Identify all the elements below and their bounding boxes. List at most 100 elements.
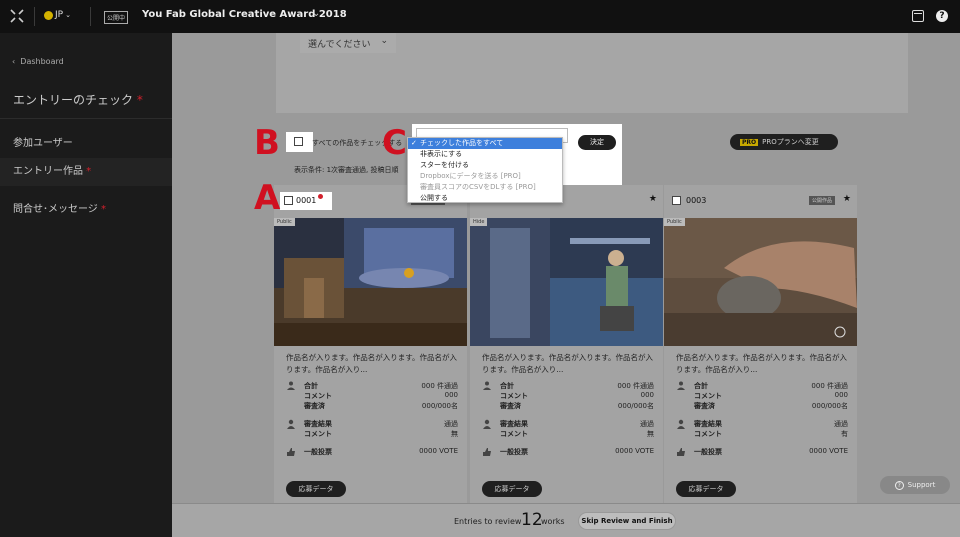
entry-card: 0003 公開作品 ★ Public 作品名が入ります。作品名が入ります。作品名… [664, 185, 857, 503]
dropdown-option-hide[interactable]: 非表示にする [408, 149, 562, 160]
dropdown-option-csv: 審査員スコアのCSVをDLする [PRO] [408, 182, 562, 193]
entry-description: 作品名が入ります。作品名が入ります。作品名が入ります。作品名が入り... [286, 353, 457, 374]
entry-id: 0001 [296, 196, 317, 205]
entry-data-button[interactable]: 応募データ [286, 481, 346, 497]
stat-value: 000/000名 [421, 402, 458, 410]
chevron-down-icon: ⌄ [380, 36, 388, 46]
annotation-c: C [382, 123, 407, 163]
main-content: 選んでください ⌄ すべての作品をチェックする 決定 表示条件: 1次審査通過,… [172, 33, 960, 503]
card-header: 0003 公開作品 ★ [664, 185, 857, 218]
stat-label: 合計 [694, 382, 708, 390]
status-badge: 公開中 [104, 11, 129, 24]
team-icon [676, 381, 686, 391]
stat-label: コメント [500, 430, 528, 438]
alert-dot: * [83, 166, 92, 177]
stat-value: 通過 [640, 420, 654, 428]
new-dot [318, 194, 323, 199]
sidebar: ‹ Dashboard エントリーのチェック * 参加ユーザー エントリー作品 … [0, 33, 172, 537]
action-dropdown-menu: ✓ チェックした作品をすべて 非表示にする スターを付ける Dropboxにデータ… [407, 137, 563, 203]
entry-image[interactable]: Public [664, 218, 857, 346]
stat-value: 000/000名 [617, 402, 654, 410]
stat-value: 000 [834, 391, 848, 399]
entry-id: 0003 [686, 196, 707, 205]
thumbs-up-icon [286, 447, 296, 457]
stat-label: 審査結果 [304, 420, 332, 428]
filter-select[interactable]: 選んでください ⌄ [300, 33, 396, 53]
entry-image[interactable]: Public [274, 218, 467, 346]
sidebar-item-label: 問合せ･メッセージ [13, 204, 98, 215]
person-icon [482, 419, 492, 429]
visibility-badge: Public [664, 218, 685, 226]
entry-thumbnail [470, 218, 663, 346]
back-link[interactable]: ‹ Dashboard [12, 57, 64, 66]
select-all-checkbox[interactable] [294, 137, 303, 146]
sidebar-section-label: エントリーのチェック [13, 93, 134, 107]
stat-label: コメント [500, 392, 528, 400]
sidebar-item-entries[interactable]: エントリー作品 * [0, 158, 172, 186]
team-icon [482, 381, 492, 391]
checkmark-icon: ✓ [411, 139, 417, 147]
stat-value: 通過 [444, 420, 458, 428]
sidebar-item-messages[interactable]: 問合せ･メッセージ * [13, 200, 106, 215]
top-bar: JP ⌄ 公開中 You Fab Global Creative Award 2… [0, 0, 960, 33]
visibility-badge: Public [274, 218, 295, 226]
support-button[interactable]: ? Support [880, 476, 950, 494]
entry-description: 作品名が入ります。作品名が入ります。作品名が入ります。作品名が入り... [482, 353, 653, 374]
divider [90, 7, 91, 26]
thumbs-up-icon [676, 447, 686, 457]
stat-value: 000 [444, 391, 458, 399]
entry-thumbnail [664, 218, 857, 346]
sidebar-section-title: エントリーのチェック * [13, 91, 143, 108]
dropdown-option-star[interactable]: スターを付ける [408, 160, 562, 171]
entry-stats: 合計 000 件通過 コメント 000 審査済 000/000名 審査結果 通過 コメン… [482, 381, 654, 457]
stat-value: 0000 VOTE [615, 447, 654, 455]
divider [0, 118, 172, 119]
stat-label: コメント [694, 430, 722, 438]
stat-value: 000/000名 [811, 402, 848, 410]
stat-label: 審査済 [304, 402, 325, 410]
skip-review-button[interactable]: Skip Review and Finish [578, 512, 676, 530]
language-label: JP [55, 10, 64, 20]
alert-dot: * [133, 93, 143, 107]
sidebar-item-label: エントリー作品 [13, 166, 83, 177]
star-icon[interactable]: ★ [649, 194, 657, 204]
entry-image[interactable]: Hide [470, 218, 663, 346]
stat-value: 無 [451, 430, 458, 438]
entry-checkbox[interactable] [672, 196, 681, 205]
stat-value: 000 件通過 [421, 382, 458, 390]
entry-thumbnail [274, 218, 467, 346]
entry-stats: 合計 000 件通過 コメント 000 審査済 000/000名 審査結果 通過 コメン… [676, 381, 848, 457]
entry-data-button[interactable]: 応募データ [676, 481, 736, 497]
entries-label: Entries to review [454, 517, 522, 526]
help-circle-icon: ? [894, 480, 904, 490]
decide-button[interactable]: 決定 [578, 135, 616, 150]
star-icon[interactable]: ★ [843, 194, 851, 204]
filter-panel: 選んでください ⌄ [276, 33, 908, 113]
stat-label: 審査結果 [500, 420, 528, 428]
dropdown-option-publish[interactable]: 公開する [408, 193, 562, 204]
entry-checkbox[interactable] [284, 196, 293, 205]
sidebar-item-users[interactable]: 参加ユーザー [13, 134, 73, 149]
chevron-down-icon[interactable]: ⌄ [312, 8, 320, 19]
calendar-icon[interactable] [912, 10, 924, 22]
entry-description: 作品名が入ります。作品名が入ります。作品名が入ります。作品名が入り... [676, 353, 847, 374]
stat-value: 0000 VOTE [809, 447, 848, 455]
stat-value: 000 件通過 [811, 382, 848, 390]
annotation-b: B [254, 123, 280, 163]
stat-label: 一般投票 [304, 448, 332, 456]
works-label: works [541, 517, 565, 526]
entry-data-button[interactable]: 応募データ [482, 481, 542, 497]
stat-label: 合計 [304, 382, 318, 390]
app-logo-icon[interactable] [10, 9, 24, 23]
sidebar-item-label: 参加ユーザー [13, 138, 73, 149]
person-icon [286, 419, 296, 429]
help-icon[interactable]: ? [936, 10, 948, 22]
pro-upgrade-button[interactable]: PRO PROプランへ変更 [730, 134, 838, 150]
language-selector[interactable]: JP ⌄ [44, 10, 71, 20]
stat-value: 000 [640, 391, 654, 399]
annotation-a: A [254, 178, 281, 218]
dropdown-option-label: Dropboxにデータを送る [PRO] [420, 172, 521, 180]
dropdown-option-check-all[interactable]: ✓ チェックした作品をすべて [408, 138, 562, 149]
chevron-down-icon: ⌄ [65, 11, 71, 19]
stat-value: 0000 VOTE [419, 447, 458, 455]
